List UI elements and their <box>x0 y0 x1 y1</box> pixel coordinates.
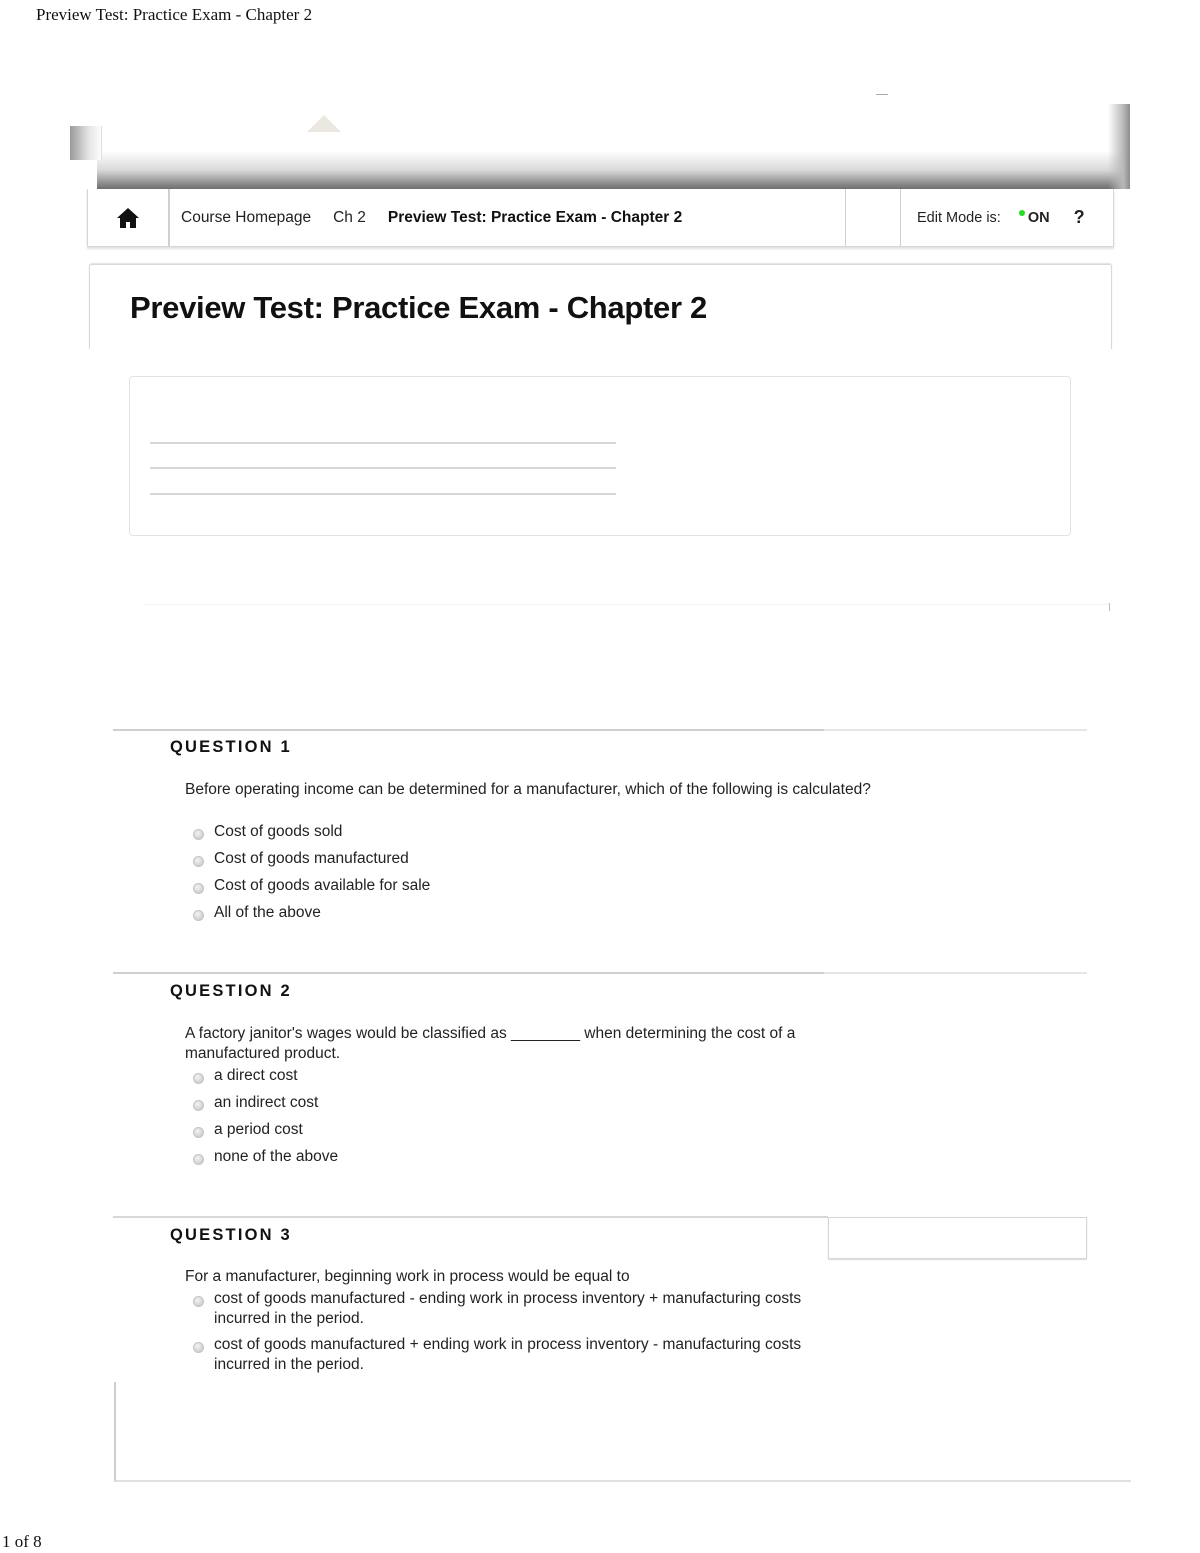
radio-button[interactable] <box>193 1296 204 1307</box>
edit-mode-toggle-area: Edit Mode is: ON ? <box>917 189 1085 246</box>
answer-label: Cost of goods available for sale <box>214 877 431 894</box>
edit-mode-toggle[interactable]: ON <box>1028 210 1050 226</box>
page-count: 1 of 8 <box>2 1532 42 1551</box>
help-button[interactable]: ? <box>1074 207 1085 228</box>
question-divider <box>113 729 1087 731</box>
page-title-panel: Preview Test: Practice Exam - Chapter 2 <box>89 264 1112 349</box>
info-line <box>150 467 616 469</box>
answer-option[interactable]: All of the above <box>193 903 843 930</box>
answer-option[interactable]: Cost of goods sold <box>193 822 843 849</box>
section-divider-tick <box>1109 603 1110 611</box>
radio-button[interactable] <box>193 829 204 840</box>
next-question-frame <box>114 1382 1131 1482</box>
banner-left-tab <box>70 126 102 160</box>
breadcrumb-current-page: Preview Test: Practice Exam - Chapter 2 <box>387 208 683 226</box>
test-info-box <box>129 376 1071 536</box>
question-heading: QUESTION 1 <box>170 738 292 756</box>
answer-options: cost of goods manufactured - ending work… <box>193 1289 833 1381</box>
top-banner <box>97 104 1130 189</box>
answer-option[interactable]: an indirect cost <box>193 1093 843 1120</box>
banner-dash <box>876 94 888 95</box>
radio-button[interactable] <box>193 856 204 867</box>
radio-button[interactable] <box>193 1127 204 1138</box>
status-dot-icon <box>1018 209 1025 216</box>
question-heading: QUESTION 3 <box>170 1226 292 1244</box>
home-icon <box>117 207 139 228</box>
breadcrumb-course-homepage[interactable]: Course Homepage <box>181 209 311 227</box>
answer-option[interactable]: a period cost <box>193 1120 843 1147</box>
answer-label: All of the above <box>214 904 321 921</box>
edit-mode-label: Edit Mode is: <box>917 209 1001 226</box>
answer-options: a direct cost an indirect cost a period … <box>193 1066 843 1174</box>
answer-option[interactable]: Cost of goods manufactured <box>193 849 843 876</box>
question-text: A factory janitor's wages would be class… <box>185 1025 796 1062</box>
answer-option[interactable]: a direct cost <box>193 1066 843 1093</box>
answer-label: Cost of goods sold <box>214 823 343 840</box>
radio-button[interactable] <box>193 1342 204 1353</box>
print-header-title: Preview Test: Practice Exam - Chapter 2 <box>36 5 313 24</box>
breadcrumb-ch-2[interactable]: Ch 2 <box>333 209 366 227</box>
answer-label: a direct cost <box>214 1067 298 1084</box>
question-points-box <box>828 1217 1087 1259</box>
page-title: Preview Test: Practice Exam - Chapter 2 <box>130 290 707 325</box>
question-text: Before operating income can be determine… <box>185 781 871 798</box>
radio-button[interactable] <box>193 1100 204 1111</box>
menu-triangle-icon[interactable] <box>307 115 341 132</box>
answer-label: Cost of goods manufactured <box>214 850 409 867</box>
answer-label: a period cost <box>214 1121 303 1138</box>
info-line <box>150 493 616 495</box>
radio-button[interactable] <box>193 1073 204 1084</box>
info-line <box>150 442 616 444</box>
radio-button[interactable] <box>193 1154 204 1165</box>
banner-shadow <box>1108 104 1130 189</box>
answer-option[interactable]: Cost of goods available for sale <box>193 876 843 903</box>
question-divider <box>113 972 1087 974</box>
radio-button[interactable] <box>193 883 204 894</box>
answer-label: cost of goods manufactured + ending work… <box>214 1336 802 1373</box>
answer-option[interactable]: cost of goods manufactured - ending work… <box>193 1289 833 1329</box>
question-text: For a manufacturer, beginning work in pr… <box>185 1268 630 1285</box>
answer-label: an indirect cost <box>214 1094 319 1111</box>
home-button[interactable] <box>88 189 170 246</box>
divider <box>845 189 846 246</box>
section-divider <box>143 604 1110 605</box>
question-divider <box>113 1216 828 1218</box>
breadcrumb: Course Homepage Ch 2 Preview Test: Pract… <box>181 189 704 246</box>
radio-button[interactable] <box>193 910 204 921</box>
banner-left-tab-edge <box>101 126 102 160</box>
answer-option[interactable]: none of the above <box>193 1147 843 1174</box>
breadcrumb-bar: Course Homepage Ch 2 Preview Test: Pract… <box>87 189 1114 247</box>
question-heading: QUESTION 2 <box>170 982 292 1000</box>
answer-options: Cost of goods sold Cost of goods manufac… <box>193 822 843 930</box>
answer-option[interactable]: cost of goods manufactured + ending work… <box>193 1335 833 1375</box>
divider <box>900 189 901 246</box>
answer-label: none of the above <box>214 1148 339 1165</box>
answer-label: cost of goods manufactured - ending work… <box>214 1290 802 1327</box>
